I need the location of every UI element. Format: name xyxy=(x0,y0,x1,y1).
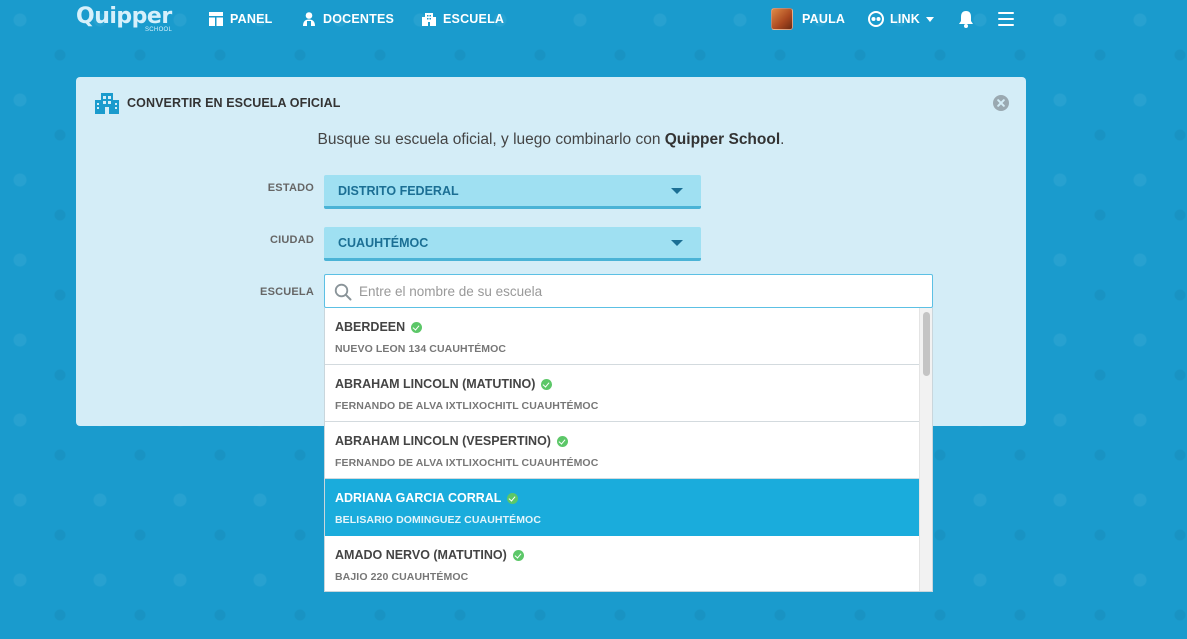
chevron-down-icon xyxy=(925,16,934,22)
modal-intro-text: Busque su escuela oficial, y luego combi… xyxy=(76,131,1026,149)
school-result-name: ABERDEEN xyxy=(335,320,423,334)
menu-icon-bar xyxy=(998,18,1014,20)
school-result-name: ADRIANA GARCIA CORRAL xyxy=(335,491,519,505)
school-results-list: ABERDEEN NUEVO LEON 134 CUAUHTÉMOC ABRAHAM… xyxy=(325,308,932,591)
quipper-logo-subtitle: SCHOOL xyxy=(145,27,173,33)
school-result-address: FERNANDO DE ALVA IXTLIXOCHITL CUAUHTÉMOC xyxy=(335,457,599,469)
scrollbar-thumb[interactable] xyxy=(923,312,930,376)
verified-check-icon xyxy=(541,378,553,390)
nav-escuela-label: ESCUELA xyxy=(443,12,505,26)
nav-docentes[interactable]: DOCENTES xyxy=(301,0,394,38)
verified-check-icon xyxy=(411,321,423,333)
school-result-name-text: AMADO NERVO (MATUTINO) xyxy=(335,548,507,562)
school-result-item[interactable]: ABRAHAM LINCOLN (VESPERTINO) FERNANDO DE … xyxy=(325,422,919,479)
search-icon xyxy=(334,283,352,301)
menu-icon[interactable] xyxy=(998,12,1014,26)
top-navigation-bar: Quipper SCHOOL PANEL DOCENTES ESCUELA PA… xyxy=(0,0,1187,38)
school-result-address: NUEVO LEON 134 CUAUHTÉMOC xyxy=(335,343,507,355)
link-label: LINK xyxy=(890,12,920,26)
nav-panel[interactable]: PANEL xyxy=(208,0,272,38)
link-menu[interactable]: LINK xyxy=(868,0,934,38)
verified-check-icon xyxy=(512,549,524,561)
intro-prefix: Busque su escuela oficial, y luego combi… xyxy=(317,131,665,148)
intro-brand: Quipper School xyxy=(664,131,781,148)
user-menu[interactable]: PAULA xyxy=(771,0,845,38)
link-icon xyxy=(868,11,884,27)
school-results-dropdown: ABERDEEN NUEVO LEON 134 CUAUHTÉMOC ABRAHAM… xyxy=(324,308,933,592)
ciudad-value: CUAUHTÉMOC xyxy=(338,235,429,250)
school-result-name-text: ADRIANA GARCIA CORRAL xyxy=(335,491,502,505)
school-result-item[interactable]: ABRAHAM LINCOLN (MATUTINO) FERNANDO DE AL… xyxy=(325,365,919,422)
ciudad-label: CIUDAD xyxy=(270,234,314,246)
verified-check-icon xyxy=(507,492,519,504)
estado-value: DISTRITO FEDERAL xyxy=(338,183,459,198)
school-result-address: BELISARIO DOMINGUEZ CUAUHTÉMOC xyxy=(335,514,541,526)
escuela-icon xyxy=(422,13,436,26)
docentes-icon xyxy=(303,12,315,26)
school-result-address: BAJIO 220 CUAUHTÉMOC xyxy=(335,571,469,583)
escuela-search-input[interactable] xyxy=(359,280,919,302)
school-result-address: FERNANDO DE ALVA IXTLIXOCHITL CUAUHTÉMOC xyxy=(335,400,599,412)
school-result-name: AMADO NERVO (MATUTINO) xyxy=(335,548,524,562)
ciudad-select[interactable]: CUAUHTÉMOC xyxy=(324,227,701,261)
verified-check-icon xyxy=(556,435,568,447)
chevron-down-icon xyxy=(671,240,683,246)
school-result-name-text: ABRAHAM LINCOLN (VESPERTINO) xyxy=(335,434,551,448)
estado-select[interactable]: DISTRITO FEDERAL xyxy=(324,175,701,209)
school-building-icon xyxy=(95,93,119,114)
school-result-name-text: ABRAHAM LINCOLN (MATUTINO) xyxy=(335,377,536,391)
school-result-name-text: ABERDEEN xyxy=(335,320,406,334)
modal-header: CONVERTIR EN ESCUELA OFICIAL xyxy=(94,91,340,115)
estado-label: ESTADO xyxy=(267,182,314,194)
modal-title: CONVERTIR EN ESCUELA OFICIAL xyxy=(127,96,341,110)
bell-icon[interactable] xyxy=(958,10,974,28)
avatar xyxy=(771,8,793,30)
close-icon[interactable] xyxy=(993,95,1009,111)
menu-icon-bar xyxy=(998,24,1014,26)
school-result-item[interactable]: ADRIANA GARCIA CORRAL BELISARIO DOMINGUEZ… xyxy=(325,479,919,536)
school-result-name: ABRAHAM LINCOLN (VESPERTINO) xyxy=(335,434,568,448)
menu-icon-bar xyxy=(998,12,1014,14)
panel-icon xyxy=(209,12,223,26)
school-result-item[interactable]: AMADO NERVO (MATUTINO) BAJIO 220 CUAUHTÉM… xyxy=(325,536,919,591)
nav-panel-label: PANEL xyxy=(230,12,273,26)
user-name: PAULA xyxy=(802,12,846,26)
nav-escuela[interactable]: ESCUELA xyxy=(421,0,504,38)
chevron-down-icon xyxy=(671,188,683,194)
escuela-label: ESCUELA xyxy=(260,286,314,298)
dropdown-scrollbar[interactable] xyxy=(919,308,932,591)
nav-docentes-label: DOCENTES xyxy=(323,12,395,26)
escuela-search-box[interactable] xyxy=(324,274,933,308)
school-result-item[interactable]: ABERDEEN NUEVO LEON 134 CUAUHTÉMOC xyxy=(325,308,919,365)
school-result-name: ABRAHAM LINCOLN (MATUTINO) xyxy=(335,377,553,391)
intro-suffix: . xyxy=(780,131,785,148)
